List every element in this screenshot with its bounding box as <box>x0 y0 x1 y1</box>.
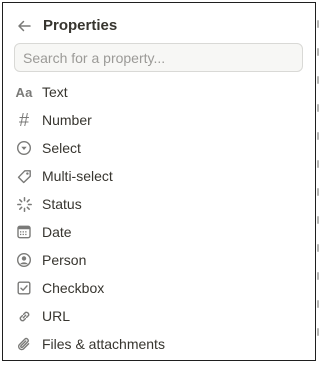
edge-mark <box>317 216 319 224</box>
edge-mark <box>317 76 319 84</box>
property-item-number[interactable]: # Number <box>3 106 315 134</box>
property-type-list: Aa Text # Number Select Multi-select Sta… <box>3 78 315 358</box>
property-item-label: URL <box>42 308 71 324</box>
property-search-input[interactable] <box>14 43 303 72</box>
property-item-label: Person <box>42 252 87 268</box>
edge-mark <box>317 48 319 56</box>
property-item-url[interactable]: URL <box>3 302 315 330</box>
property-item-label: Text <box>42 84 68 100</box>
background-column-edge <box>316 2 322 361</box>
checkbox-icon <box>15 279 33 297</box>
arrow-left-icon <box>16 18 32 34</box>
hash-icon: # <box>18 109 29 130</box>
property-item-text[interactable]: Aa Text <box>3 78 315 106</box>
edge-mark <box>317 104 319 112</box>
tag-icon <box>15 167 33 185</box>
properties-panel: Properties Aa Text # Number Select <box>2 2 316 361</box>
paperclip-icon <box>15 335 33 353</box>
property-item-select[interactable]: Select <box>3 134 315 162</box>
edge-mark <box>317 188 319 196</box>
edge-mark <box>317 160 319 168</box>
edge-mark <box>317 20 319 28</box>
property-item-status[interactable]: Status <box>3 190 315 218</box>
person-circle-icon <box>15 251 33 269</box>
property-item-files[interactable]: Files & attachments <box>3 330 315 358</box>
property-item-label: Number <box>42 112 92 128</box>
link-icon <box>15 307 33 325</box>
back-button[interactable] <box>13 15 35 37</box>
panel-header: Properties <box>3 9 315 41</box>
status-spinner-icon <box>15 195 33 213</box>
property-item-person[interactable]: Person <box>3 246 315 274</box>
property-item-label: Files & attachments <box>42 336 165 352</box>
property-item-multi-select[interactable]: Multi-select <box>3 162 315 190</box>
property-item-label: Multi-select <box>42 168 113 184</box>
property-item-label: Checkbox <box>42 280 105 296</box>
properties-popup-stage: Properties Aa Text # Number Select <box>0 0 322 365</box>
text-aa-icon: Aa <box>15 84 33 100</box>
edge-mark <box>317 272 319 280</box>
edge-mark <box>317 244 319 252</box>
property-item-label: Date <box>42 224 72 240</box>
property-item-date[interactable]: Date <box>3 218 315 246</box>
property-item-label: Select <box>42 140 81 156</box>
edge-mark <box>317 300 319 308</box>
property-item-checkbox[interactable]: Checkbox <box>3 274 315 302</box>
calendar-icon <box>15 223 33 241</box>
select-chevron-circle-icon <box>15 139 33 157</box>
edge-mark <box>317 328 319 336</box>
edge-mark <box>317 132 319 140</box>
property-item-label: Status <box>42 196 82 212</box>
page-title: Properties <box>43 17 118 34</box>
